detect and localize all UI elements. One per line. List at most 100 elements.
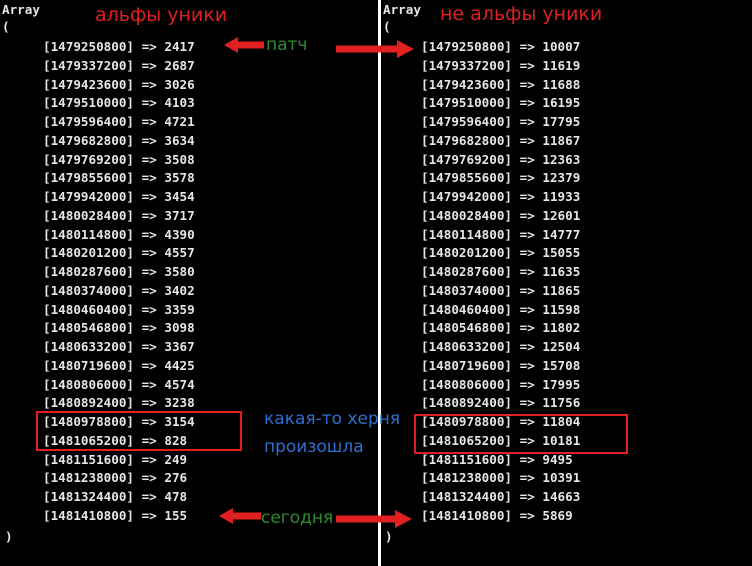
timestamp-key: [1481324400] — [43, 489, 134, 504]
today-label: сегодня — [261, 508, 334, 528]
unique-count-value: 12379 — [542, 170, 581, 186]
array-row: [1479769200] => 3508 — [43, 151, 195, 170]
array-row: [1479596400] => 17795 — [421, 113, 580, 132]
open-paren: ( — [383, 19, 391, 34]
open-paren: ( — [2, 19, 10, 34]
array-row: [1479855600] => 12379 — [421, 169, 580, 188]
array-row: [1479942000] => 3454 — [43, 188, 195, 207]
timestamp-key: [1480633200] — [421, 339, 512, 354]
unique-count-value: 15708 — [542, 357, 581, 373]
unique-count-value: 11619 — [542, 57, 581, 73]
arrow-operator: => — [519, 39, 535, 54]
array-row: [1481151600] => 249 — [43, 451, 195, 470]
arrow-operator: => — [519, 395, 535, 411]
array-row: [1479250800] => 10007 — [421, 38, 580, 57]
timestamp-key: [1479250800] — [43, 39, 134, 54]
arrow-operator: => — [141, 264, 157, 279]
array-row: [1479337200] => 2687 — [43, 57, 195, 76]
array-row: [1481324400] => 478 — [43, 488, 195, 507]
timestamp-key: [1480028400] — [43, 207, 134, 223]
unique-count-value: 12601 — [542, 207, 581, 223]
arrow-operator: => — [519, 264, 535, 279]
unique-count-value: 14663 — [542, 489, 581, 504]
array-row: [1479769200] => 12363 — [421, 151, 580, 170]
arrow-operator: => — [519, 376, 535, 392]
array-row: [1480201200] => 15055 — [421, 244, 580, 263]
unique-count-value: 249 — [164, 451, 188, 467]
timestamp-key: [1480460400] — [421, 301, 512, 317]
array-row: [1480201200] => 4557 — [43, 244, 195, 263]
unique-count-value: 4721 — [164, 114, 195, 129]
arrow-operator: => — [141, 226, 157, 242]
timestamp-key: [1481151600] — [43, 451, 134, 467]
unique-count-value: 17795 — [542, 114, 581, 129]
array-row: [1479682800] => 11867 — [421, 132, 580, 151]
timestamp-key: [1479682800] — [421, 132, 512, 148]
unique-count-value: 14777 — [542, 226, 581, 242]
arrow-operator: => — [519, 489, 535, 504]
arrow-operator: => — [141, 189, 157, 204]
timestamp-key: [1480719600] — [43, 357, 134, 373]
timestamp-key: [1480114800] — [421, 226, 512, 242]
array-row: [1480719600] => 15708 — [421, 357, 580, 376]
array-row: [1479942000] => 11933 — [421, 188, 580, 207]
timestamp-key: [1481410800] — [43, 507, 134, 523]
arrow-operator: => — [519, 245, 535, 261]
array-row: [1480114800] => 4390 — [43, 226, 195, 245]
array-row: [1480806000] => 17995 — [421, 376, 580, 395]
unique-count-value: 155 — [164, 507, 188, 523]
unique-count-value: 3454 — [164, 189, 195, 204]
arrow-operator: => — [141, 470, 157, 486]
arrow-operator: => — [519, 207, 535, 223]
unique-count-value: 2687 — [164, 57, 195, 73]
arrow-operator: => — [141, 151, 157, 167]
timestamp-key: [1481410800] — [421, 507, 512, 523]
timestamp-key: [1479510000] — [43, 95, 134, 111]
left-arrow-patch — [224, 37, 264, 53]
array-row: [1480460400] => 3359 — [43, 301, 195, 320]
unique-count-value: 10391 — [542, 470, 581, 486]
unique-count-value: 5869 — [542, 507, 573, 523]
array-row: [1480546800] => 11802 — [421, 319, 580, 338]
array-row: [1480374000] => 11865 — [421, 282, 580, 301]
unique-count-value: 4390 — [164, 226, 195, 242]
arrow-operator: => — [141, 282, 157, 298]
arrow-operator: => — [141, 376, 157, 392]
arrow-operator: => — [141, 451, 157, 467]
unique-count-value: 4103 — [164, 95, 195, 111]
arrow-operator: => — [519, 357, 535, 373]
unique-count-value: 3634 — [164, 132, 195, 148]
unique-count-value: 4425 — [164, 357, 195, 373]
timestamp-key: [1479337200] — [421, 57, 512, 73]
timestamp-key: [1479942000] — [43, 189, 134, 204]
timestamp-key: [1479769200] — [43, 151, 134, 167]
timestamp-key: [1480633200] — [43, 339, 134, 354]
arrow-operator: => — [141, 395, 157, 411]
timestamp-key: [1479423600] — [43, 76, 134, 92]
array-row: [1480806000] => 4574 — [43, 376, 195, 395]
issue-label-line1: какая-то херня — [264, 409, 401, 429]
left-highlight-box — [36, 411, 242, 451]
array-row: [1480633200] => 12504 — [421, 338, 580, 357]
patch-label: патч — [266, 35, 308, 55]
arrow-operator: => — [141, 357, 157, 373]
arrow-operator: => — [519, 151, 535, 167]
timestamp-key: [1480028400] — [421, 207, 512, 223]
unique-count-value: 478 — [164, 489, 188, 504]
timestamp-key: [1481238000] — [421, 470, 512, 486]
left-arrow-today — [219, 508, 261, 524]
array-row: [1479596400] => 4721 — [43, 113, 195, 132]
unique-count-value: 3026 — [164, 76, 195, 92]
unique-count-value: 12504 — [542, 339, 581, 354]
arrow-operator: => — [519, 189, 535, 204]
array-row: [1481410800] => 155 — [43, 507, 195, 526]
right-arrow-patch — [336, 40, 414, 58]
unique-count-value: 11598 — [542, 301, 581, 317]
timestamp-key: [1481324400] — [421, 489, 512, 504]
array-rows: [1479250800] => 2417 [1479337200] => 2687… — [43, 38, 195, 526]
array-row: [1481324400] => 14663 — [421, 488, 580, 507]
timestamp-key: [1480374000] — [421, 282, 512, 298]
unique-count-value: 10007 — [542, 39, 581, 54]
array-row: [1480892400] => 11756 — [421, 394, 580, 413]
timestamp-key: [1481238000] — [43, 470, 134, 486]
